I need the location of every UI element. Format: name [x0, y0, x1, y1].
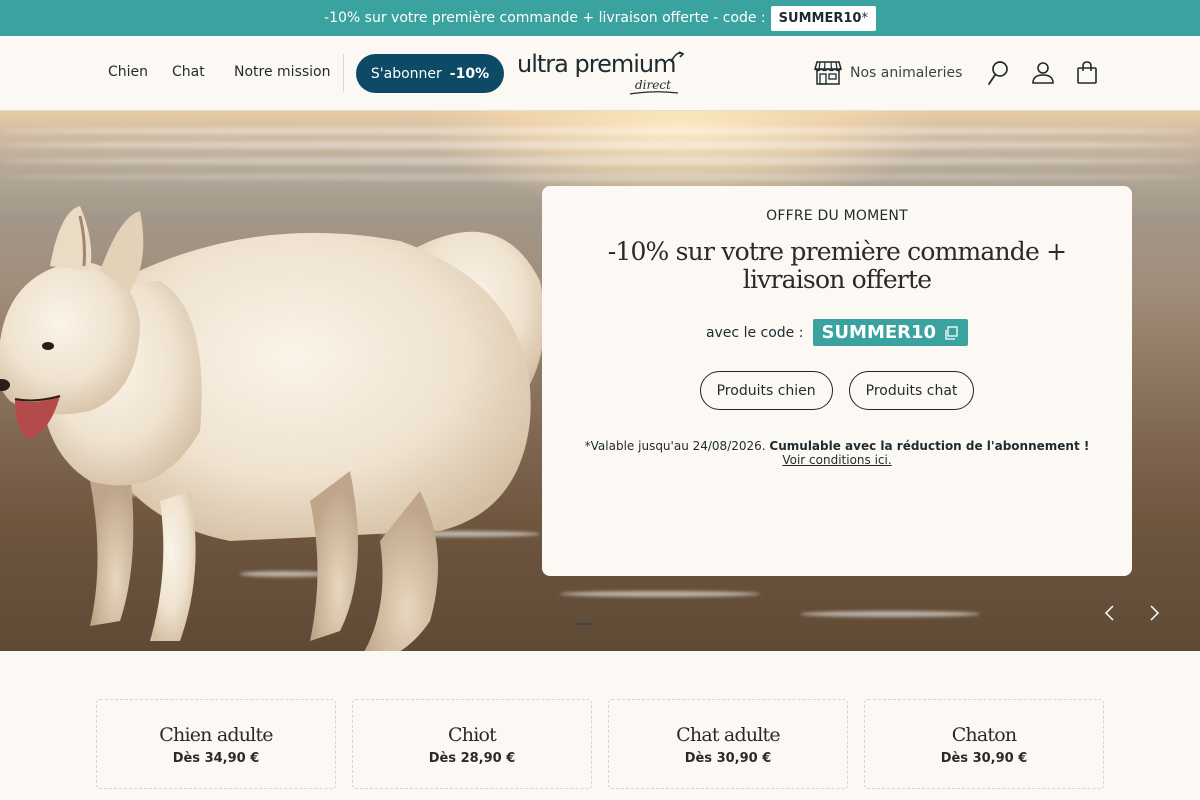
logo-underline — [629, 91, 679, 95]
promo-code-value: SUMMER10 — [778, 10, 862, 26]
logo-main-text: ultra premium — [517, 50, 676, 78]
category-price: Dès 30,90 € — [940, 751, 1028, 766]
dog-photo — [0, 206, 545, 651]
next-slide-arrow[interactable] — [1144, 603, 1164, 623]
slide-indicator[interactable] — [577, 623, 591, 625]
promo-text: -10% sur votre première commande + livra… — [324, 10, 766, 26]
category-name: Chien adulte — [159, 724, 273, 746]
hero-banner: OFFRE DU MOMENT -10% sur votre première … — [0, 111, 1200, 651]
search-icon[interactable] — [986, 60, 1010, 86]
wave — [0, 157, 1200, 165]
dog-products-button[interactable]: Produits chien — [699, 371, 833, 410]
nav-notre-mission[interactable]: Notre mission — [234, 64, 330, 80]
offer-card: OFFRE DU MOMENT -10% sur votre première … — [542, 186, 1132, 576]
copy-code-button[interactable]: SUMMER10 — [813, 319, 969, 346]
chevron-left-icon — [1104, 605, 1114, 621]
subscribe-label: S'abonner — [370, 65, 442, 82]
nav-chien[interactable]: Chien — [108, 64, 148, 80]
foam — [800, 611, 980, 617]
store-icon — [814, 61, 842, 85]
offer-buttons: Produits chien Produits chat — [542, 371, 1132, 410]
offer-title: -10% sur votre première commande + livra… — [607, 237, 1067, 294]
foam — [560, 591, 760, 597]
subscribe-button[interactable]: S'abonner -10% — [356, 54, 504, 93]
category-card-chiot[interactable]: Chiot Dès 28,90 € — [352, 699, 592, 789]
offer-eyebrow: OFFRE DU MOMENT — [766, 208, 908, 224]
site-logo[interactable]: ultra premium direct — [517, 50, 685, 96]
cart-icon[interactable] — [1075, 60, 1099, 86]
nav-chat[interactable]: Chat — [172, 64, 205, 80]
promo-bar: -10% sur votre première commande + livra… — [0, 0, 1200, 36]
copy-icon — [945, 325, 958, 340]
category-price: Dès 28,90 € — [428, 751, 516, 766]
promo-code[interactable]: SUMMER10* — [770, 5, 876, 31]
category-card-chat-adulte[interactable]: Chat adulte Dès 30,90 € — [608, 699, 848, 789]
category-card-chaton[interactable]: Chaton Dès 30,90 € — [864, 699, 1104, 789]
code-row: avec le code : SUMMER10 — [542, 319, 1132, 346]
store-link[interactable]: Nos animaleries — [814, 60, 962, 86]
category-name: Chaton — [951, 724, 1017, 746]
account-icon[interactable] — [1031, 60, 1055, 86]
offer-note: *Valable jusqu'au 24/08/2026. Cumulable … — [542, 440, 1132, 452]
category-name: Chat adulte — [676, 724, 780, 746]
wave — [0, 141, 1200, 149]
category-price: Dès 30,90 € — [684, 751, 772, 766]
wave — [0, 127, 1200, 135]
conditions-link[interactable]: Voir conditions ici. — [542, 453, 1132, 467]
code-label: avec le code : — [705, 324, 804, 341]
category-price: Dès 34,90 € — [172, 751, 260, 766]
logo-paw-mark — [670, 51, 685, 63]
prev-slide-arrow[interactable] — [1100, 603, 1120, 623]
promo-asterisk: * — [861, 10, 868, 26]
category-name: Chiot — [448, 724, 497, 746]
subscribe-discount: -10% — [449, 65, 490, 82]
cat-products-button[interactable]: Produits chat — [848, 371, 975, 410]
store-link-label: Nos animaleries — [850, 65, 963, 81]
code-value: SUMMER10 — [821, 322, 937, 343]
offer-validity: *Valable jusqu'au 24/08/2026. — [584, 439, 766, 453]
offer-cumulable: Cumulable avec la réduction de l'abonnem… — [769, 439, 1090, 453]
nav-divider — [343, 54, 344, 92]
chevron-right-icon — [1150, 605, 1160, 621]
category-card-chien-adulte[interactable]: Chien adulte Dès 34,90 € — [96, 699, 336, 789]
site-header: Chien Chat Notre mission S'abonner -10% … — [0, 36, 1200, 111]
